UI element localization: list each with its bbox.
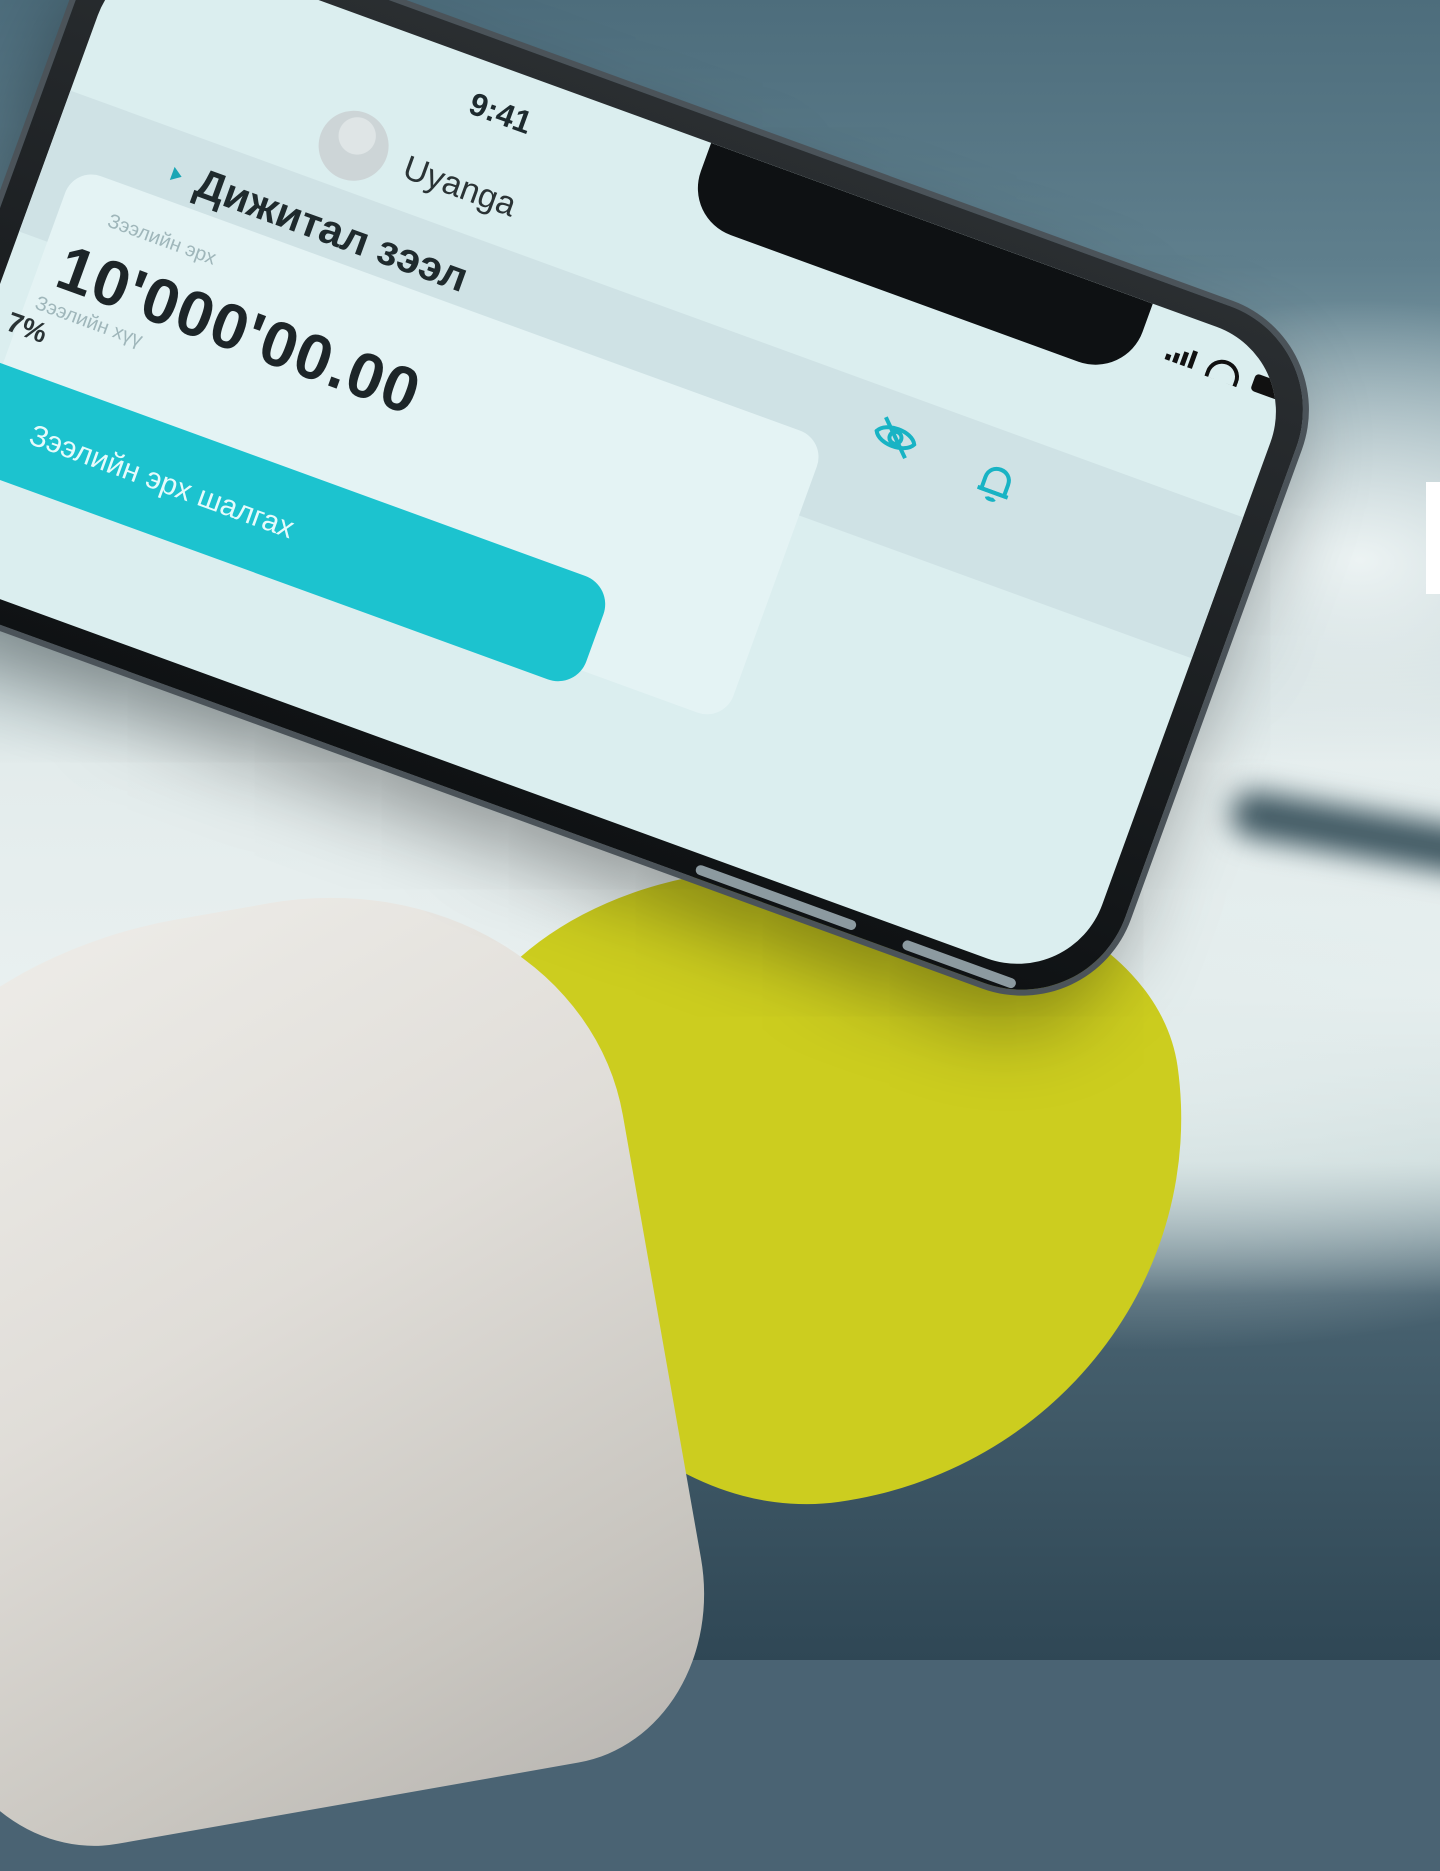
edge-tab (1426, 482, 1440, 594)
avatar[interactable] (308, 100, 399, 191)
phone-container: 9:41 Uyanga Дижитал зээл Зээлийн эрх 10'… (0, 0, 1334, 1210)
signal-icon (1164, 342, 1198, 369)
status-time: 9:41 (464, 85, 537, 141)
phone: 9:41 Uyanga Дижитал зээл Зээлийн эрх 10'… (0, 0, 1334, 1021)
wifi-icon (1204, 354, 1244, 388)
battery-icon (1250, 373, 1292, 404)
status-icons (1164, 340, 1293, 405)
phone-screen: 9:41 Uyanga Дижитал зээл Зээлийн эрх 10'… (0, 0, 1302, 990)
username: Uyanga (398, 148, 522, 225)
